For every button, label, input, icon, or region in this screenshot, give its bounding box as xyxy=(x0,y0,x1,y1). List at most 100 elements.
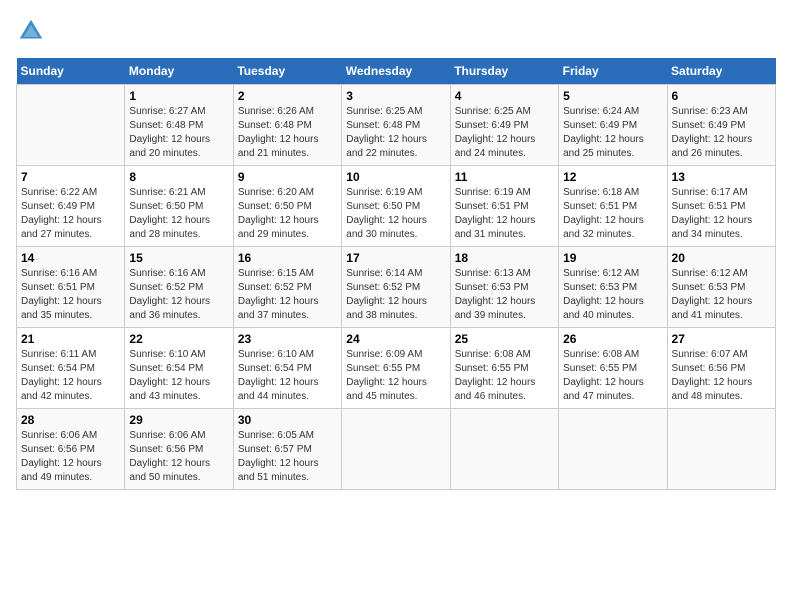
header-day: Wednesday xyxy=(342,58,450,85)
calendar-header: SundayMondayTuesdayWednesdayThursdayFrid… xyxy=(17,58,776,85)
calendar-cell: 22 Sunrise: 6:10 AM Sunset: 6:54 PM Dayli… xyxy=(125,328,233,409)
calendar-cell: 15 Sunrise: 6:16 AM Sunset: 6:52 PM Dayli… xyxy=(125,247,233,328)
day-info: Sunrise: 6:27 AM Sunset: 6:48 PM Dayligh… xyxy=(129,105,228,161)
header-row: SundayMondayTuesdayWednesdayThursdayFrid… xyxy=(17,58,776,85)
calendar-table: SundayMondayTuesdayWednesdayThursdayFrid… xyxy=(16,58,776,490)
header-day: Friday xyxy=(559,58,667,85)
day-info: Sunrise: 6:26 AM Sunset: 6:48 PM Dayligh… xyxy=(238,105,337,161)
calendar-cell: 17Sunrise: 6:14 AM Sunset: 6:52 PM Dayli… xyxy=(342,247,450,328)
calendar-cell: 23Sunrise: 6:10 AM Sunset: 6:54 PM Dayli… xyxy=(233,328,341,409)
calendar-cell: 12 Sunrise: 6:18 AM Sunset: 6:51 PM Dayli… xyxy=(559,166,667,247)
logo-icon xyxy=(16,16,46,46)
header-day: Thursday xyxy=(450,58,558,85)
day-number: 10 xyxy=(346,170,445,184)
calendar-cell: 18 Sunrise: 6:13 AM Sunset: 6:53 PM Dayli… xyxy=(450,247,558,328)
calendar-week: 28 Sunrise: 6:06 AM Sunset: 6:56 PM Dayli… xyxy=(17,409,776,490)
day-info: Sunrise: 6:06 AM Sunset: 6:56 PM Dayligh… xyxy=(21,429,120,485)
day-number: 26 xyxy=(563,332,662,346)
day-number: 9 xyxy=(238,170,337,184)
day-number: 21 xyxy=(21,332,120,346)
day-number: 16 xyxy=(238,251,337,265)
day-info: Sunrise: 6:11 AM Sunset: 6:54 PM Dayligh… xyxy=(21,348,120,404)
calendar-cell: 25 Sunrise: 6:08 AM Sunset: 6:55 PM Dayli… xyxy=(450,328,558,409)
day-info: Sunrise: 6:25 AM Sunset: 6:49 PM Dayligh… xyxy=(455,105,554,161)
day-number: 22 xyxy=(129,332,228,346)
day-info: Sunrise: 6:08 AM Sunset: 6:55 PM Dayligh… xyxy=(563,348,662,404)
calendar-cell: 16 Sunrise: 6:15 AM Sunset: 6:52 PM Dayli… xyxy=(233,247,341,328)
day-info: Sunrise: 6:06 AM Sunset: 6:56 PM Dayligh… xyxy=(129,429,228,485)
header-day: Sunday xyxy=(17,58,125,85)
day-number: 19 xyxy=(563,251,662,265)
day-number: 25 xyxy=(455,332,554,346)
calendar-cell: 14 Sunrise: 6:16 AM Sunset: 6:51 PM Dayli… xyxy=(17,247,125,328)
day-info: Sunrise: 6:16 AM Sunset: 6:51 PM Dayligh… xyxy=(21,267,120,323)
calendar-cell: 8Sunrise: 6:21 AM Sunset: 6:50 PM Daylig… xyxy=(125,166,233,247)
day-info: Sunrise: 6:08 AM Sunset: 6:55 PM Dayligh… xyxy=(455,348,554,404)
logo xyxy=(16,16,50,46)
calendar-cell: 5Sunrise: 6:24 AM Sunset: 6:49 PM Daylig… xyxy=(559,85,667,166)
day-info: Sunrise: 6:17 AM Sunset: 6:51 PM Dayligh… xyxy=(672,186,771,242)
calendar-cell: 1Sunrise: 6:27 AM Sunset: 6:48 PM Daylig… xyxy=(125,85,233,166)
calendar-cell: 10 Sunrise: 6:19 AM Sunset: 6:50 PM Dayli… xyxy=(342,166,450,247)
day-number: 14 xyxy=(21,251,120,265)
day-info: Sunrise: 6:10 AM Sunset: 6:54 PM Dayligh… xyxy=(129,348,228,404)
day-number: 29 xyxy=(129,413,228,427)
day-info: Sunrise: 6:18 AM Sunset: 6:51 PM Dayligh… xyxy=(563,186,662,242)
day-info: Sunrise: 6:19 AM Sunset: 6:50 PM Dayligh… xyxy=(346,186,445,242)
day-info: Sunrise: 6:14 AM Sunset: 6:52 PM Dayligh… xyxy=(346,267,445,323)
day-info: Sunrise: 6:16 AM Sunset: 6:52 PM Dayligh… xyxy=(129,267,228,323)
header-day: Monday xyxy=(125,58,233,85)
calendar-cell: 6 Sunrise: 6:23 AM Sunset: 6:49 PM Daylig… xyxy=(667,85,775,166)
day-number: 6 xyxy=(672,89,771,103)
day-info: Sunrise: 6:09 AM Sunset: 6:55 PM Dayligh… xyxy=(346,348,445,404)
calendar-week: 14 Sunrise: 6:16 AM Sunset: 6:51 PM Dayli… xyxy=(17,247,776,328)
day-info: Sunrise: 6:05 AM Sunset: 6:57 PM Dayligh… xyxy=(238,429,337,485)
day-number: 7 xyxy=(21,170,120,184)
day-number: 15 xyxy=(129,251,228,265)
day-info: Sunrise: 6:25 AM Sunset: 6:48 PM Dayligh… xyxy=(346,105,445,161)
day-number: 28 xyxy=(21,413,120,427)
calendar-cell: 27 Sunrise: 6:07 AM Sunset: 6:56 PM Dayli… xyxy=(667,328,775,409)
calendar-cell: 28 Sunrise: 6:06 AM Sunset: 6:56 PM Dayli… xyxy=(17,409,125,490)
calendar-cell: 11 Sunrise: 6:19 AM Sunset: 6:51 PM Dayli… xyxy=(450,166,558,247)
day-number: 24 xyxy=(346,332,445,346)
calendar-week: 21 Sunrise: 6:11 AM Sunset: 6:54 PM Dayli… xyxy=(17,328,776,409)
day-number: 4 xyxy=(455,89,554,103)
calendar-cell xyxy=(450,409,558,490)
header-day: Saturday xyxy=(667,58,775,85)
day-info: Sunrise: 6:20 AM Sunset: 6:50 PM Dayligh… xyxy=(238,186,337,242)
day-info: Sunrise: 6:10 AM Sunset: 6:54 PM Dayligh… xyxy=(238,348,337,404)
calendar-cell: 30 Sunrise: 6:05 AM Sunset: 6:57 PM Dayli… xyxy=(233,409,341,490)
day-info: Sunrise: 6:15 AM Sunset: 6:52 PM Dayligh… xyxy=(238,267,337,323)
calendar-body: 1Sunrise: 6:27 AM Sunset: 6:48 PM Daylig… xyxy=(17,85,776,490)
calendar-cell xyxy=(342,409,450,490)
calendar-cell xyxy=(667,409,775,490)
day-number: 27 xyxy=(672,332,771,346)
header-day: Tuesday xyxy=(233,58,341,85)
day-info: Sunrise: 6:19 AM Sunset: 6:51 PM Dayligh… xyxy=(455,186,554,242)
calendar-cell: 21 Sunrise: 6:11 AM Sunset: 6:54 PM Dayli… xyxy=(17,328,125,409)
calendar-cell: 13Sunrise: 6:17 AM Sunset: 6:51 PM Dayli… xyxy=(667,166,775,247)
calendar-cell: 26 Sunrise: 6:08 AM Sunset: 6:55 PM Dayli… xyxy=(559,328,667,409)
day-number: 12 xyxy=(563,170,662,184)
calendar-cell: 29 Sunrise: 6:06 AM Sunset: 6:56 PM Dayli… xyxy=(125,409,233,490)
day-number: 2 xyxy=(238,89,337,103)
calendar-week: 1Sunrise: 6:27 AM Sunset: 6:48 PM Daylig… xyxy=(17,85,776,166)
day-info: Sunrise: 6:12 AM Sunset: 6:53 PM Dayligh… xyxy=(563,267,662,323)
calendar-cell: 3 Sunrise: 6:25 AM Sunset: 6:48 PM Daylig… xyxy=(342,85,450,166)
day-info: Sunrise: 6:24 AM Sunset: 6:49 PM Dayligh… xyxy=(563,105,662,161)
day-number: 8 xyxy=(129,170,228,184)
day-number: 3 xyxy=(346,89,445,103)
day-number: 30 xyxy=(238,413,337,427)
day-info: Sunrise: 6:23 AM Sunset: 6:49 PM Dayligh… xyxy=(672,105,771,161)
calendar-cell: 20Sunrise: 6:12 AM Sunset: 6:53 PM Dayli… xyxy=(667,247,775,328)
calendar-cell: 24 Sunrise: 6:09 AM Sunset: 6:55 PM Dayli… xyxy=(342,328,450,409)
day-info: Sunrise: 6:13 AM Sunset: 6:53 PM Dayligh… xyxy=(455,267,554,323)
calendar-cell: 9 Sunrise: 6:20 AM Sunset: 6:50 PM Daylig… xyxy=(233,166,341,247)
calendar-cell xyxy=(17,85,125,166)
calendar-cell: 7Sunrise: 6:22 AM Sunset: 6:49 PM Daylig… xyxy=(17,166,125,247)
day-info: Sunrise: 6:07 AM Sunset: 6:56 PM Dayligh… xyxy=(672,348,771,404)
page-header xyxy=(16,16,776,46)
day-number: 18 xyxy=(455,251,554,265)
day-number: 11 xyxy=(455,170,554,184)
